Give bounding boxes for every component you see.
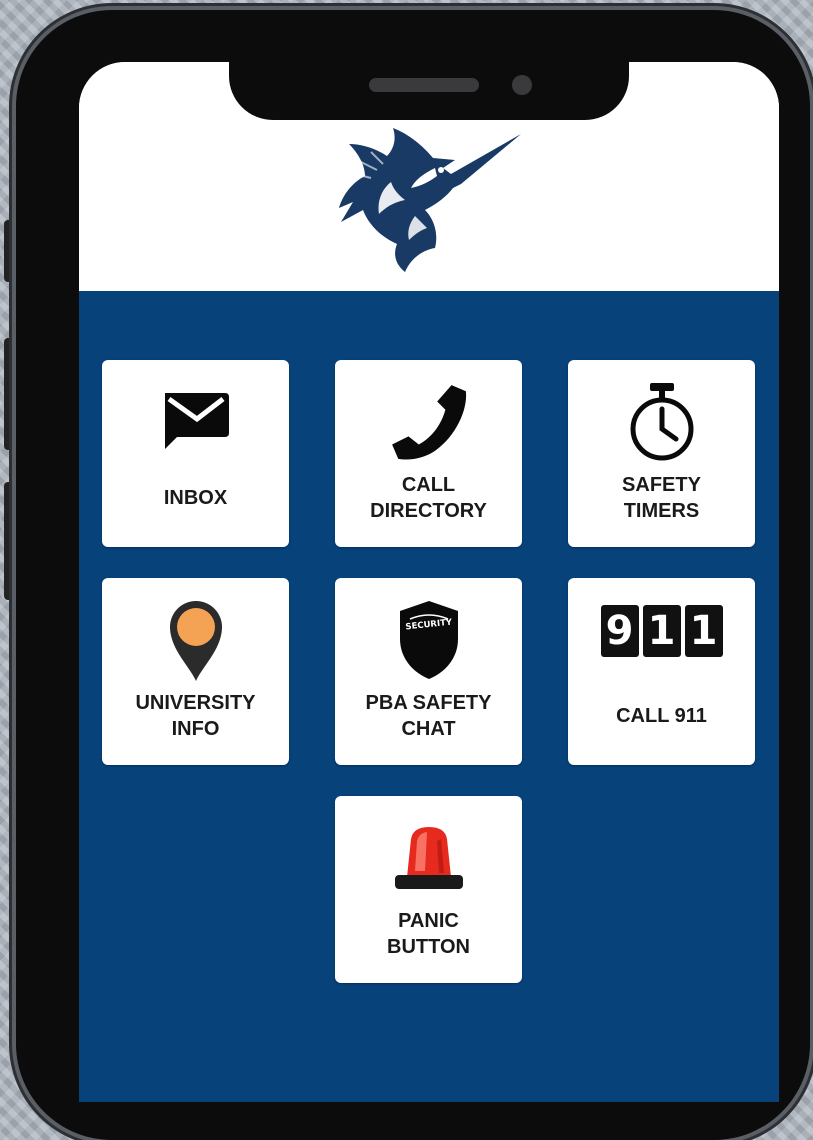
call-directory-label: CALL DIRECTORY xyxy=(370,474,487,522)
phone-notch xyxy=(229,20,629,120)
pba-safety-chat-label: PBA SAFETY CHAT xyxy=(365,692,492,740)
inbox-tile[interactable]: INBOX xyxy=(102,360,289,547)
call-directory-tile[interactable]: CALL DIRECTORY xyxy=(335,360,522,547)
phone-icon xyxy=(391,385,466,460)
stopwatch-icon xyxy=(630,383,693,461)
digit-1: 1 xyxy=(642,605,681,657)
speaker-grille xyxy=(369,78,479,92)
pba-safety-chat-tile[interactable]: SECURITY PBA SAFETY CHAT xyxy=(335,578,522,765)
digit-1-second: 1 xyxy=(684,605,723,657)
digit-9: 9 xyxy=(600,605,639,657)
app-screen: INBOX CALL DIRECTORY SAFETY TIMERS UNIVE… xyxy=(79,62,779,1102)
marlin-logo xyxy=(339,128,521,272)
panic-button-label: PANIC BUTTON xyxy=(387,910,470,958)
university-info-label: UNIVERSITY INFO xyxy=(135,692,256,740)
call-911-tile[interactable]: 9 1 1 CALL 911 xyxy=(568,578,755,765)
university-info-tile[interactable]: UNIVERSITY INFO xyxy=(102,578,289,765)
panic-button-tile[interactable]: PANIC BUTTON xyxy=(335,796,522,983)
safety-timers-label: SAFETY TIMERS xyxy=(622,474,701,522)
front-camera xyxy=(512,75,532,95)
menu-grid: INBOX CALL DIRECTORY SAFETY TIMERS UNIVE… xyxy=(79,291,779,1102)
phone-frame: INBOX CALL DIRECTORY SAFETY TIMERS UNIVE… xyxy=(16,10,810,1140)
911-digits-icon: 9 1 1 xyxy=(568,596,755,666)
siren-icon xyxy=(394,827,463,889)
security-shield-icon: SECURITY xyxy=(399,601,458,679)
inbox-label: INBOX xyxy=(163,487,228,509)
map-pin-icon xyxy=(169,601,222,681)
call-911-label: CALL 911 xyxy=(616,705,707,727)
envelope-icon xyxy=(164,393,229,449)
safety-timers-tile[interactable]: SAFETY TIMERS xyxy=(568,360,755,547)
